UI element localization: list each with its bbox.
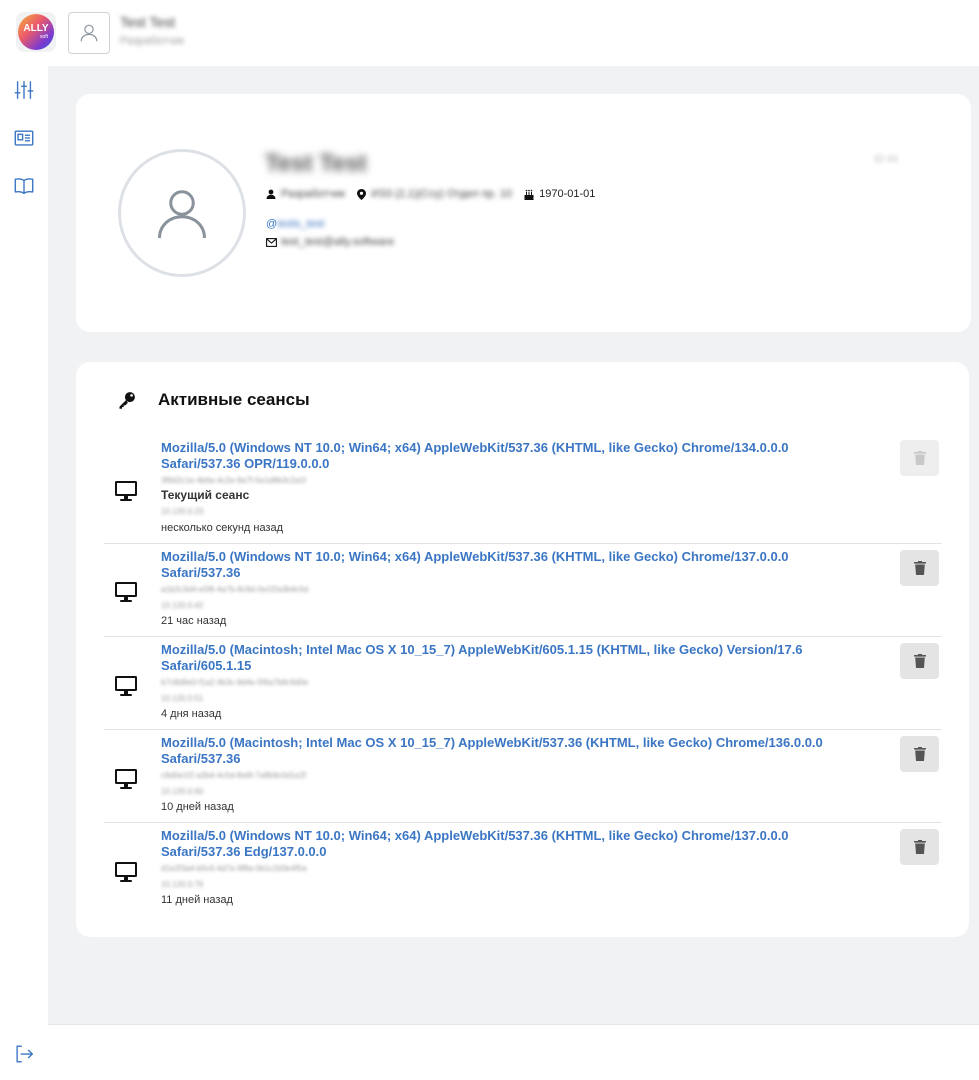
session-ip: 10.120.0.42 bbox=[161, 601, 204, 610]
delete-session-button[interactable] bbox=[900, 829, 939, 865]
handle-prefix: @ bbox=[266, 218, 278, 230]
session-id: d1e2f3a4-b5c6-4d7e-9f8a-0b1c2d3e4f5a bbox=[161, 864, 307, 873]
key-icon bbox=[119, 392, 135, 409]
session-time: 11 дней назад bbox=[161, 894, 233, 906]
session-user-agent[interactable]: Mozilla/5.0 (Macintosh; Intel Mac OS X 1… bbox=[161, 642, 841, 674]
monitor-icon bbox=[115, 769, 137, 789]
session-user-agent[interactable]: Mozilla/5.0 (Macintosh; Intel Mac OS X 1… bbox=[161, 735, 841, 767]
id-card-icon[interactable] bbox=[12, 126, 36, 150]
sessions-card: Активные сеансы Mozilla/5.0 (Windows NT … bbox=[76, 362, 969, 937]
delete-session-button[interactable] bbox=[900, 550, 939, 586]
session-id: b7c8d9e0-f1a2-4b3c-9d4e-5f6a7b8c9d0e bbox=[161, 678, 309, 687]
session-time: 4 дня назад bbox=[161, 708, 222, 720]
session-time: 21 час назад bbox=[161, 615, 227, 627]
session-id: 3f9d2c1e-4b6a-4c2e-9a7f-5e1d8b3c2a1f bbox=[161, 476, 307, 485]
header-user-name: Test Test bbox=[120, 14, 175, 30]
profile-name: Test Test bbox=[265, 150, 367, 177]
profile-email-text: test_test@ally.software bbox=[281, 236, 395, 248]
session-time: несколько секунд назад bbox=[161, 522, 284, 534]
trash-icon bbox=[913, 561, 926, 575]
trash-icon bbox=[913, 654, 926, 668]
profile-birthdate: 1970-01-01 bbox=[524, 188, 595, 200]
sessions-title: Активные сеансы bbox=[158, 390, 310, 409]
session-item: Mozilla/5.0 (Windows NT 10.0; Win64; x64… bbox=[104, 440, 942, 544]
monitor-icon bbox=[115, 481, 137, 501]
map-pin-icon bbox=[357, 188, 367, 200]
profile-handle[interactable]: @tests_test bbox=[266, 218, 324, 230]
handle-text: tests_test bbox=[277, 218, 325, 230]
session-ip: 10.120.0.23 bbox=[161, 507, 204, 516]
session-id: a1b2c3d4-e5f6-4a7b-8c9d-0e1f2a3b4c5d bbox=[161, 585, 309, 594]
logo-text: ALLY bbox=[23, 23, 49, 34]
monitor-icon bbox=[115, 582, 137, 602]
logo-badge: ALLY soft bbox=[18, 14, 54, 50]
envelope-icon bbox=[266, 237, 277, 247]
user-avatar-button[interactable] bbox=[68, 12, 110, 54]
sidebar bbox=[0, 66, 48, 1080]
profile-role-text: Разработчик bbox=[281, 188, 346, 200]
session-ip: 10.120.0.60 bbox=[161, 787, 204, 796]
trash-icon bbox=[913, 840, 926, 854]
sliders-icon[interactable] bbox=[12, 78, 36, 102]
logo-sub: soft bbox=[39, 34, 48, 40]
profile-location-text: ИЗ3 (2,1)(Ссу) Отдел пр. 10 bbox=[371, 188, 513, 200]
profile-role: Разработчик bbox=[266, 188, 345, 200]
app-logo[interactable]: ALLY soft bbox=[16, 12, 56, 52]
trash-icon bbox=[913, 451, 926, 465]
person-icon bbox=[266, 189, 276, 199]
book-icon[interactable] bbox=[12, 174, 36, 198]
top-bar: ALLY soft Test Test Разработчик bbox=[0, 0, 979, 66]
session-id: c9d0e1f2-a3b4-4c5d-8e6f-7a8b9c0d1e2f bbox=[161, 771, 307, 780]
profile-card: Test Test ID 44 Разработчик ИЗ3 (2,1)(Сс… bbox=[76, 94, 971, 332]
session-ip: 10.120.0.76 bbox=[161, 880, 204, 889]
session-item: Mozilla/5.0 (Windows NT 10.0; Win64; x64… bbox=[104, 549, 942, 637]
monitor-icon bbox=[115, 676, 137, 696]
delete-session-button[interactable] bbox=[900, 643, 939, 679]
profile-email: test_test@ally.software bbox=[266, 236, 394, 248]
session-user-agent[interactable]: Mozilla/5.0 (Windows NT 10.0; Win64; x64… bbox=[161, 440, 841, 472]
user-icon bbox=[80, 24, 98, 42]
session-item: Mozilla/5.0 (Macintosh; Intel Mac OS X 1… bbox=[104, 735, 942, 823]
session-time: 10 дней назад bbox=[161, 801, 234, 813]
logout-icon[interactable] bbox=[12, 1042, 36, 1066]
delete-session-button[interactable] bbox=[900, 440, 939, 476]
session-item: Mozilla/5.0 (Macintosh; Intel Mac OS X 1… bbox=[104, 642, 942, 730]
footer-strip bbox=[48, 1024, 979, 1080]
delete-session-button[interactable] bbox=[900, 736, 939, 772]
profile-meta-row: Разработчик ИЗ3 (2,1)(Ссу) Отдел пр. 10 … bbox=[266, 188, 607, 200]
session-user-agent[interactable]: Mozilla/5.0 (Windows NT 10.0; Win64; x64… bbox=[161, 828, 841, 860]
trash-icon bbox=[913, 747, 926, 761]
main-content: Test Test ID 44 Разработчик ИЗ3 (2,1)(Сс… bbox=[48, 66, 979, 1024]
current-session-label: Текущий сеанс bbox=[161, 488, 250, 502]
monitor-icon bbox=[115, 862, 137, 882]
user-icon bbox=[158, 190, 206, 239]
header-user-role: Разработчик bbox=[120, 35, 185, 47]
profile-location: ИЗ3 (2,1)(Ссу) Отдел пр. 10 bbox=[357, 188, 512, 200]
session-ip: 10.120.0.51 bbox=[161, 694, 204, 703]
sessions-header: Активные сеансы bbox=[116, 390, 310, 410]
profile-birthdate-text: 1970-01-01 bbox=[539, 188, 596, 200]
profile-avatar bbox=[118, 149, 246, 277]
profile-id: ID 44 bbox=[874, 154, 898, 165]
birthday-cake-icon bbox=[524, 189, 534, 200]
session-user-agent[interactable]: Mozilla/5.0 (Windows NT 10.0; Win64; x64… bbox=[161, 549, 841, 581]
session-item: Mozilla/5.0 (Windows NT 10.0; Win64; x64… bbox=[104, 828, 942, 916]
